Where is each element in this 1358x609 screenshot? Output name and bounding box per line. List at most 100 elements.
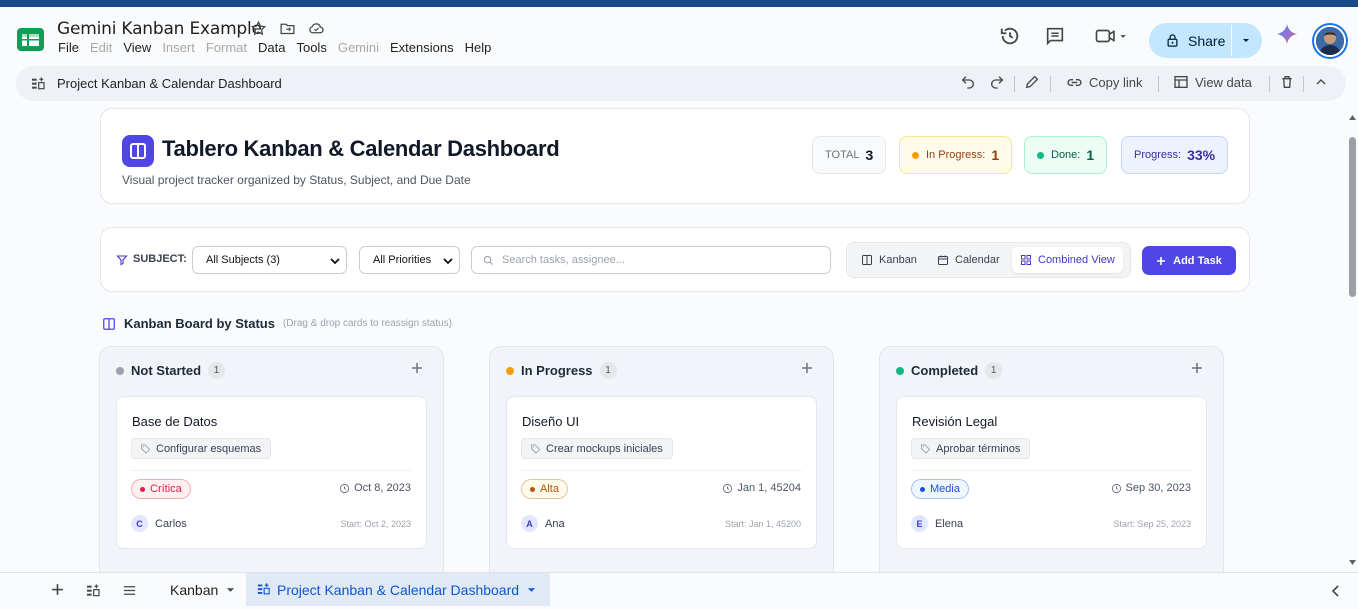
gemini-spark-icon[interactable] [1276, 23, 1298, 51]
priority-badge: Media [911, 479, 969, 499]
scrollbar-thumb[interactable] [1349, 137, 1356, 297]
menu-tools[interactable]: Tools [296, 40, 326, 55]
kanban-board-icon [103, 317, 115, 330]
comments-icon[interactable] [1044, 25, 1066, 53]
menu-data[interactable]: Data [258, 40, 285, 55]
share-dropdown-icon[interactable] [1241, 37, 1251, 45]
menu-bar: File Edit View Insert Format Data Tools … [58, 40, 502, 55]
assignee-avatar: A [521, 515, 538, 532]
chevron-down-icon [443, 258, 453, 265]
view-data-button[interactable]: View data [1173, 74, 1252, 90]
view-combined-button[interactable]: Combined View [1012, 247, 1123, 273]
scroll-down-icon[interactable] [1349, 560, 1356, 566]
meet-video-icon[interactable] [1093, 25, 1133, 53]
view-calendar-button[interactable]: Calendar [929, 247, 1008, 273]
task-card[interactable]: Diseño UI Crear mockups iniciales Alta J… [506, 396, 817, 549]
scroll-up-icon[interactable] [1349, 114, 1356, 120]
assignee: E Elena [911, 515, 963, 532]
menu-view[interactable]: View [123, 40, 151, 55]
collapse-sidebar-chevron-icon[interactable] [1331, 585, 1340, 597]
task-tag: Aprobar términos [911, 438, 1031, 459]
due-date: Oct 8, 2023 [339, 482, 411, 494]
pencil-icon [1025, 75, 1039, 89]
column-count: 1 [599, 362, 617, 379]
vertical-scrollbar[interactable] [1346, 102, 1358, 572]
menu-gemini[interactable]: Gemini [338, 40, 379, 55]
add-card-plus-icon[interactable] [411, 362, 423, 374]
menu-edit[interactable]: Edit [90, 40, 112, 55]
search-icon [483, 255, 494, 266]
all-sheets-menu-icon[interactable] [122, 583, 137, 598]
due-date: Sep 30, 2023 [1111, 482, 1191, 494]
search-input[interactable]: Search tasks, assignee... [471, 246, 831, 274]
delete-button[interactable] [1279, 74, 1295, 90]
sheet-explorer-icon[interactable] [85, 583, 101, 599]
view-kanban-button[interactable]: Kanban [853, 247, 925, 273]
redo-button[interactable] [989, 74, 1005, 90]
dashboard-content: Tablero Kanban & Calendar Dashboard Visu… [0, 102, 1346, 572]
table-icon [1174, 76, 1188, 88]
due-date: Jan 1, 45204 [722, 482, 801, 494]
sheet-tabs-bar: Kanban Project Kanban & Calendar Dashboa… [0, 572, 1358, 609]
add-task-button[interactable]: Add Task [1142, 246, 1236, 275]
priority-select[interactable]: All Priorities [359, 246, 460, 274]
add-card-plus-icon[interactable] [801, 362, 813, 374]
menu-help[interactable]: Help [465, 40, 492, 55]
column-title: In Progress [521, 363, 593, 378]
menu-extensions[interactable]: Extensions [390, 40, 454, 55]
view-data-label: View data [1195, 74, 1252, 90]
clock-icon [723, 483, 733, 493]
stat-in-progress: In Progress: 1 [899, 136, 1013, 174]
edit-button[interactable] [1024, 74, 1040, 90]
chevron-down-icon [330, 258, 340, 265]
menu-format[interactable]: Format [206, 40, 247, 55]
version-history-icon[interactable] [999, 25, 1021, 53]
stat-progress: Progress: 33% [1121, 136, 1229, 174]
cloud-saved-icon[interactable] [308, 20, 325, 37]
star-icon[interactable] [250, 20, 267, 37]
sheet-tab-kanban[interactable]: Kanban [170, 573, 235, 606]
task-card[interactable]: Revisión Legal Aprobar términos Media Se… [896, 396, 1207, 549]
column-in-progress: In Progress 1 Diseño UI Crear mockups in… [489, 346, 834, 572]
copy-link-label: Copy link [1089, 75, 1143, 90]
column-title: Not Started [131, 363, 202, 378]
task-title: Diseño UI [522, 414, 580, 429]
task-card[interactable]: Base de Datos Configurar esquemas Crític… [116, 396, 427, 549]
document-title[interactable]: Gemini Kanban Example [57, 19, 262, 39]
subject-select[interactable]: All Subjects (3) [192, 246, 347, 274]
embedded-app-bar: Project Kanban & Calendar Dashboard Copy… [16, 66, 1346, 101]
stat-total: TOTAL 3 [812, 136, 887, 174]
collapse-button[interactable] [1313, 74, 1329, 90]
in-progress-dot [912, 151, 919, 159]
task-title: Revisión Legal [912, 414, 998, 429]
link-icon [1067, 78, 1082, 87]
tag-icon [530, 444, 541, 454]
task-tag: Configurar esquemas [131, 438, 272, 459]
priority-badge: Alta [521, 479, 568, 499]
sheets-logo-icon[interactable] [16, 25, 45, 54]
column-not-started: Not Started 1 Base de Datos Configurar e… [99, 346, 444, 572]
embedded-app-title: Project Kanban & Calendar Dashboard [57, 76, 282, 91]
menu-insert[interactable]: Insert [162, 40, 195, 55]
account-avatar[interactable] [1312, 23, 1348, 59]
column-count: 1 [208, 362, 226, 379]
filter-icon [116, 255, 128, 266]
undo-icon [961, 76, 974, 89]
assignee: C Carlos [131, 515, 187, 532]
tab-dropdown-icon[interactable] [226, 587, 235, 593]
undo-button[interactable] [960, 74, 976, 90]
sheet-tab-dashboard[interactable]: Project Kanban & Calendar Dashboard [246, 573, 551, 606]
add-card-plus-icon[interactable] [1191, 362, 1203, 374]
subject-filter-label: SUBJECT: [133, 253, 187, 265]
share-button[interactable]: Share [1149, 23, 1262, 58]
dashboard-app-icon [257, 583, 270, 595]
add-sheet-icon[interactable] [51, 583, 64, 596]
copy-link-button[interactable]: Copy link [1066, 74, 1142, 91]
tab-dropdown-icon[interactable] [527, 587, 536, 593]
move-folder-icon[interactable] [279, 20, 296, 37]
tag-icon [920, 444, 931, 454]
grid-icon [1021, 255, 1031, 265]
status-dot [896, 366, 904, 375]
menu-file[interactable]: File [58, 40, 79, 55]
board-section-heading: Kanban Board by Status (Drag & drop card… [102, 316, 452, 331]
